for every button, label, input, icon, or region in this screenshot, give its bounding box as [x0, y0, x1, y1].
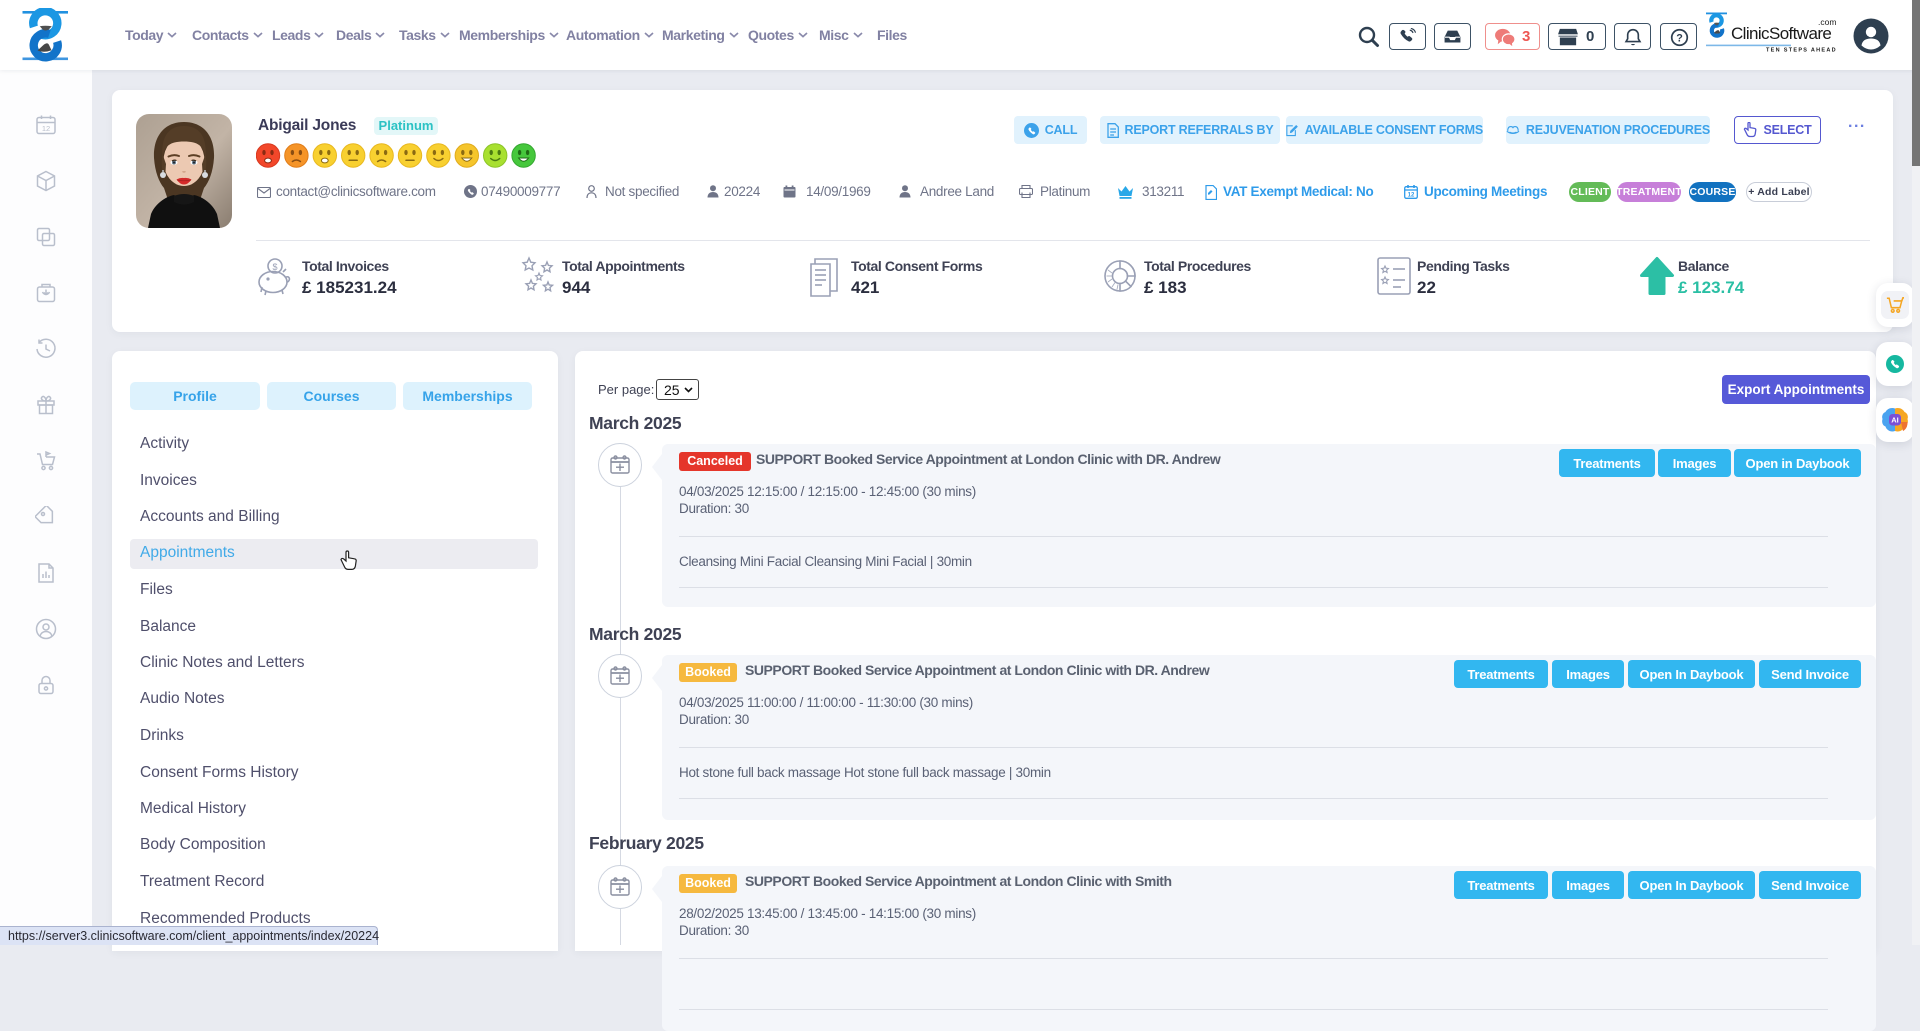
svg-text:TEN STEPS AHEAD: TEN STEPS AHEAD [1766, 48, 1837, 54]
svg-text:$: $ [272, 262, 277, 272]
svg-text:12: 12 [42, 124, 50, 133]
svg-text:12: 12 [1408, 193, 1415, 199]
svg-text:ClinicSoftware: ClinicSoftware [1731, 24, 1831, 43]
svg-text:.com: .com [1818, 17, 1836, 27]
svg-text:?: ? [1676, 32, 1683, 44]
svg-text:AI: AI [1891, 416, 1899, 425]
